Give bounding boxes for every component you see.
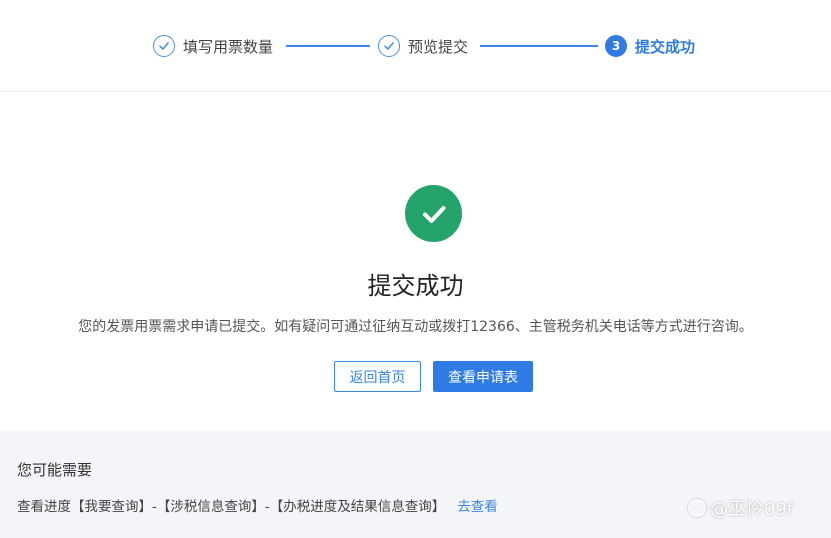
step-preview-submit: 预览提交 xyxy=(378,34,468,58)
step-number-badge: 3 xyxy=(605,35,627,57)
watermark-text: @巫怜09f xyxy=(710,499,794,520)
step-label: 预览提交 xyxy=(408,37,469,56)
result-title: 提交成功 xyxy=(367,272,464,300)
suggestion-path: 查看进度【我要查询】-【涉税信息查询】-【办税进度及结果信息查询】 xyxy=(17,499,446,515)
stepper: 填写用票数量 预览提交 3 提交成功 xyxy=(0,0,831,92)
watermark-logo-icon xyxy=(688,499,706,517)
back-home-button[interactable]: 返回首页 xyxy=(334,361,421,392)
success-check-icon xyxy=(405,185,462,242)
watermark: @巫怜09f xyxy=(688,496,793,520)
check-circle-icon xyxy=(378,35,400,57)
step-label: 提交成功 xyxy=(635,37,696,56)
step-label: 填写用票数量 xyxy=(183,37,274,56)
view-application-button[interactable]: 查看申请表 xyxy=(433,361,533,392)
check-circle-icon xyxy=(153,35,175,57)
suggestions-title: 您可能需要 xyxy=(17,461,93,479)
page: 填写用票数量 预览提交 3 提交成功 提交成功 您的发票用票需求申请已提交。如有… xyxy=(0,0,831,538)
go-view-link[interactable]: 去查看 xyxy=(457,495,498,515)
step-connector xyxy=(286,45,370,47)
step-fill-quantity: 填写用票数量 xyxy=(153,34,273,58)
step-submit-success: 3 提交成功 xyxy=(605,34,695,58)
result-description: 您的发票用票需求申请已提交。如有疑问可通过征纳互动或拨打12366、主管税务机关… xyxy=(78,319,753,335)
step-connector xyxy=(480,45,598,47)
suggestion-row: 查看进度【我要查询】-【涉税信息查询】-【办税进度及结果信息查询】 去查看 xyxy=(17,495,498,515)
suggestions-panel: 您可能需要 查看进度【我要查询】-【涉税信息查询】-【办税进度及结果信息查询】 … xyxy=(0,431,831,538)
